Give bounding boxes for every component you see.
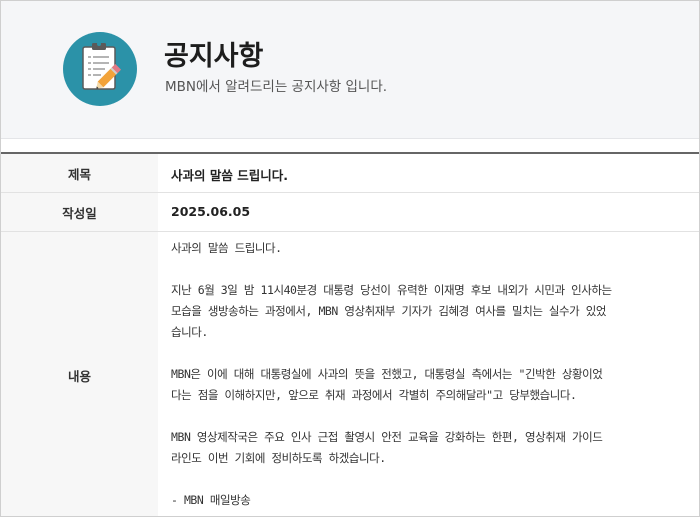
date-value: 2025.06.05 bbox=[171, 204, 251, 219]
subject-row: 제목 사과의 말씀 드립니다. bbox=[1, 154, 699, 193]
content-row: 내용 사과의 말씀 드립니다. 지난 6월 3일 밤 11시40분경 대통령 당… bbox=[1, 232, 699, 516]
page-title: 공지사항 bbox=[164, 41, 264, 72]
content-line: MBN은 이에 대해 대통령실에 사과의 뜻을 전했고, 대통령실 측에서는 "… bbox=[171, 367, 603, 381]
date-label: 작성일 bbox=[1, 193, 158, 231]
content-line: - MBN 매일방송 bbox=[171, 493, 251, 507]
subject-value: 사과의 말씀 드립니다. bbox=[171, 168, 288, 183]
content-line: 라인도 이번 기회에 정비하도록 하겠습니다. bbox=[171, 451, 386, 465]
content-line: 모습을 생방송하는 과정에서, MBN 영상취재부 기자가 김혜경 여사를 밀치… bbox=[171, 304, 607, 318]
subject-label: 제목 bbox=[1, 154, 158, 192]
content-label: 내용 bbox=[1, 232, 158, 516]
notice-page: 공지사항 MBN에서 알려드리는 공지사항 입니다. 제목 사과의 말씀 드립니… bbox=[0, 0, 700, 517]
page-header: 공지사항 MBN에서 알려드리는 공지사항 입니다. bbox=[1, 1, 699, 139]
content-body: 사과의 말씀 드립니다. 지난 6월 3일 밤 11시40분경 대통령 당선이 … bbox=[171, 238, 689, 511]
date-row: 작성일 2025.06.05 bbox=[1, 193, 699, 232]
content-line: 지난 6월 3일 밤 11시40분경 대통령 당선이 유력한 이재명 후보 내외… bbox=[171, 283, 612, 297]
page-subtitle: MBN에서 알려드리는 공지사항 입니다. bbox=[165, 79, 388, 95]
clipboard-pencil-icon bbox=[63, 32, 137, 106]
content-line: 습니다. bbox=[171, 325, 208, 339]
content-line: 사과의 말씀 드립니다. bbox=[171, 241, 282, 255]
content-line: 다는 점을 이해하지만, 앞으로 취재 과정에서 각별히 주의해달라"고 당부했… bbox=[171, 388, 577, 402]
content-line: MBN 영상제작국은 주요 인사 근접 촬영시 안전 교육을 강화하는 한편, … bbox=[171, 430, 603, 444]
